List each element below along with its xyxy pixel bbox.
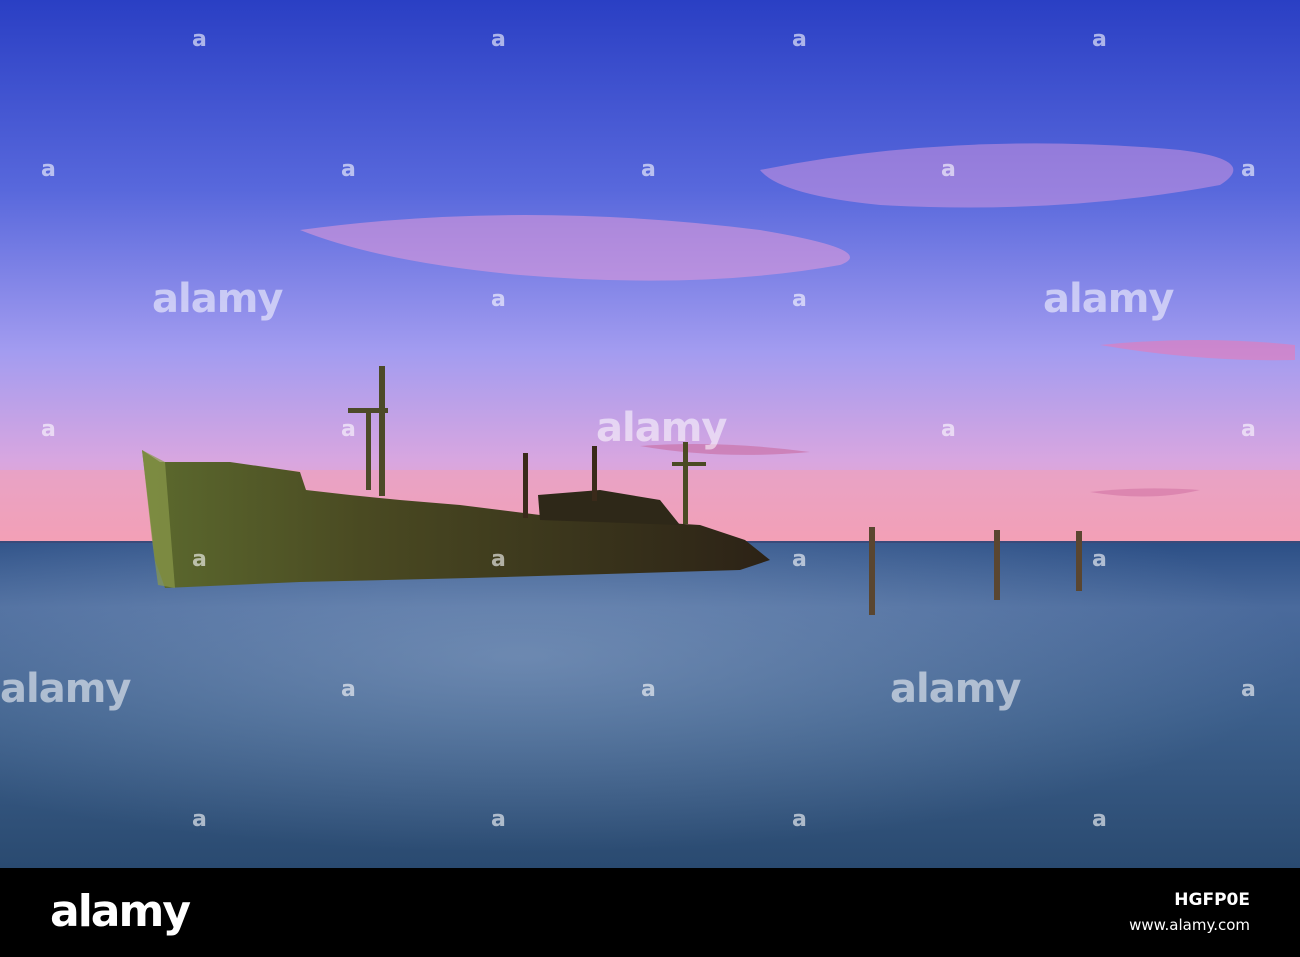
watermark-letter: a (1092, 807, 1107, 832)
watermark-letter: a (192, 807, 207, 832)
watermark-letter: a (491, 807, 506, 832)
watermark-letter: a (1241, 157, 1256, 182)
watermark-letter: a (792, 547, 807, 572)
watermark-letter: a (792, 287, 807, 312)
ship-mast (683, 442, 688, 524)
watermark-letter: a (341, 677, 356, 702)
watermark: alamy (1043, 276, 1174, 322)
ship-mast-crossbar (672, 462, 706, 466)
watermark-letter: a (491, 547, 506, 572)
watermark-letter: a (341, 417, 356, 442)
ship-mast (523, 453, 528, 518)
watermark-letter: a (192, 547, 207, 572)
post (869, 527, 875, 615)
watermark: alamy (596, 405, 727, 451)
watermark-letter: a (941, 157, 956, 182)
watermark-letter: a (641, 157, 656, 182)
watermark-letter: a (41, 417, 56, 442)
photo-stage: alamy alamy alamy alamy alamy a a a a a … (0, 0, 1300, 957)
alamy-logo[interactable]: alamy (50, 886, 191, 937)
watermark-letter: a (341, 157, 356, 182)
ship-mast (366, 410, 371, 490)
watermark-letter: a (491, 27, 506, 52)
ship-mast (379, 366, 385, 496)
watermark: alamy (890, 666, 1021, 712)
watermark: alamy (152, 276, 283, 322)
post (1076, 531, 1082, 591)
watermark-letter: a (1241, 677, 1256, 702)
watermark-letter: a (1092, 27, 1107, 52)
watermark-letter: a (192, 27, 207, 52)
watermark-letter: a (792, 27, 807, 52)
watermark-letter: a (1092, 547, 1107, 572)
footer-bar: alamy HGFP0E www.alamy.com (0, 868, 1300, 957)
watermark-letter: a (641, 677, 656, 702)
watermark-letter: a (41, 157, 56, 182)
ship-mast (592, 446, 597, 501)
watermark-letter: a (1241, 417, 1256, 442)
watermark-letter: a (792, 807, 807, 832)
image-id: HGFP0E (1174, 890, 1250, 910)
post (994, 530, 1000, 600)
site-url[interactable]: www.alamy.com (1129, 916, 1250, 934)
watermark: alamy (0, 666, 131, 712)
watermark-letter: a (941, 417, 956, 442)
watermark-letter: a (491, 287, 506, 312)
